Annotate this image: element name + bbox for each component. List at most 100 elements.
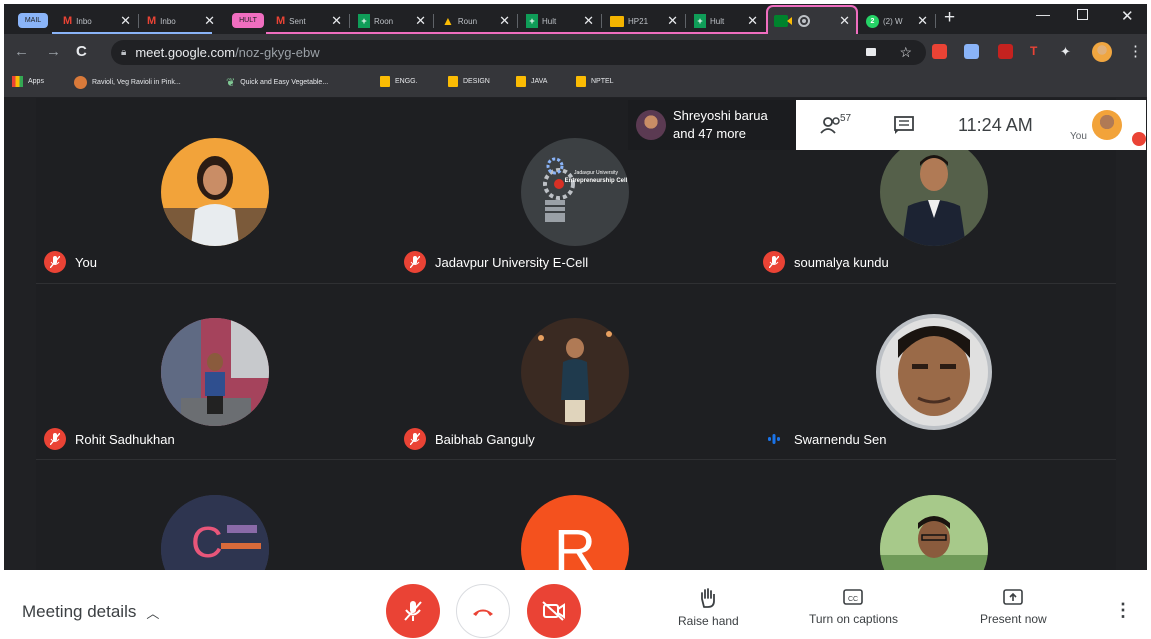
close-tab-icon[interactable]: ✕ [583,13,594,29]
tab-slides-hp21[interactable]: HP21 ✕ [604,8,684,34]
avatar-initial-r: R [554,518,596,570]
bookmark-folder-nptel[interactable]: NPTEL [576,76,614,87]
chat-icon[interactable] [894,116,914,139]
presenter-avatar [636,110,666,140]
tab-sheets-hult-2[interactable]: + Hult ✕ [688,8,764,34]
tab-gmail-sent[interactable]: M Sent ✕ [270,8,348,34]
profile-avatar[interactable] [1092,42,1112,62]
minimize-icon[interactable]: — [1036,6,1050,22]
tab-google-meet[interactable]: ✕ [766,5,858,34]
ecell-logo-text: Entrepreneurship Cell [565,178,628,184]
folder-icon [380,76,390,87]
close-tab-icon[interactable]: ✕ [415,13,426,29]
self-avatar[interactable] [1092,110,1122,140]
participant-name-you: You [44,251,97,273]
participant-avatar-c[interactable]: C [161,495,269,570]
browser-menu-icon[interactable]: ⋮ [1128,42,1143,60]
meeting-time: 11:24 AM [958,115,1033,135]
close-tab-icon[interactable]: ✕ [747,13,758,29]
recipe-avatar-icon [74,76,87,89]
address-bar[interactable]: 🔒︎ meet.google.com /noz-gkyg-ebw ☆ [111,40,926,65]
tab-strip: MAIL M Inbo ✕ M Inbo ✕ HULT M Sent ✕ + R… [4,4,1147,34]
pdf-extension-icon[interactable] [998,44,1013,59]
tab-sheets-hult-1[interactable]: + Hult ✕ [520,8,600,34]
bookmark-folder-java[interactable]: JAVA [516,76,547,87]
presenter-others: and 47 more [673,126,746,141]
tp-extension-icon[interactable]: T [1030,44,1045,59]
apps-grid-icon [12,76,23,87]
tab-group-hult[interactable]: HULT [232,13,264,28]
close-tab-icon[interactable]: ✕ [917,13,928,29]
person-photo-icon [161,156,269,246]
meet-icon [774,14,792,27]
close-tab-icon[interactable]: ✕ [499,13,510,29]
leaf-icon: ❦ [226,77,236,89]
bookmark-apps[interactable]: Apps [12,76,44,87]
lock-icon[interactable]: 🔒︎ [121,47,126,58]
tab-whatsapp[interactable]: 2 (2) W ✕ [860,8,934,34]
participant-avatar-3[interactable] [880,495,988,570]
participant-avatar-swarnendu[interactable] [876,314,992,430]
mic-off-icon [404,428,426,450]
participant-name-ecell: Jadavpur University E-Cell [404,251,588,273]
self-mic-off-icon [1132,132,1146,146]
camera-in-use-icon[interactable] [866,48,876,56]
puzzle-grid-extension-icon[interactable] [964,44,979,59]
closed-captions-icon: CC [843,589,864,605]
reload-icon[interactable]: C [76,43,87,60]
forward-icon[interactable]: → [46,43,61,60]
close-window-icon[interactable]: ✕ [1121,7,1134,25]
participant-avatar-ecell[interactable]: Jadavpur University Entrepreneurship Cel… [521,138,629,246]
close-tab-icon[interactable]: ✕ [839,13,850,29]
participant-avatar-rohit[interactable] [161,318,269,426]
ecell-logo-subtext: Jadavpur University [574,170,618,176]
people-icon[interactable] [820,116,842,139]
tab-group-mail[interactable]: MAIL [18,13,48,28]
presenter-name: Shreyoshi barua [673,108,768,123]
restore-icon[interactable] [1077,9,1088,20]
bookmark-star-icon[interactable]: ☆ [899,44,912,61]
mic-toggle-button[interactable] [386,584,440,638]
raise-hand-icon [701,588,716,608]
tab-separator [685,14,686,28]
presenter-chip[interactable]: Shreyoshi barua and 47 more [628,100,796,150]
row-divider [36,459,1116,460]
tab-separator [138,14,139,28]
meeting-stage: You Jadavpur University Entrepreneurship… [4,98,1147,570]
participant-avatar-soumalya[interactable] [880,138,988,246]
bookmark-ravioli[interactable]: Ravioli, Veg Ravioli in Pink... [74,76,181,89]
bookmark-vegetable[interactable]: ❦ Quick and Easy Vegetable... [226,76,328,89]
close-tab-icon[interactable]: ✕ [120,13,131,29]
more-options-icon[interactable]: ⋮ [1114,600,1132,621]
close-tab-icon[interactable]: ✕ [331,13,342,29]
participant-avatar-you[interactable] [161,138,269,246]
participant-name-soumalya: soumalya kundu [763,251,889,273]
close-tab-icon[interactable]: ✕ [667,13,678,29]
close-tab-icon[interactable]: ✕ [204,13,215,29]
new-tab-icon[interactable]: + [944,7,955,29]
tab-gmail-inbox-2[interactable]: M Inbo ✕ [141,8,221,34]
participant-avatar-baibhab[interactable] [521,318,629,426]
folder-icon [448,76,458,87]
meeting-info-bar: 57 11:24 AM You [796,100,1146,150]
captions-button[interactable]: CC Turn on captions [809,588,898,626]
participant-grid: You Jadavpur University Entrepreneurship… [36,98,1116,570]
folder-icon [516,76,526,87]
leave-call-button[interactable] [456,584,510,638]
tab-sheets-room[interactable]: + Roon ✕ [352,8,432,34]
camera-toggle-button[interactable] [527,584,581,638]
whatsapp-icon: 2 [866,14,879,28]
bookmark-folder-engg[interactable]: ENGG. [380,76,418,87]
participant-avatar-r[interactable]: R [521,495,629,570]
raise-hand-button[interactable]: Raise hand [678,588,739,628]
bookmark-folder-design[interactable]: DESIGN [448,76,490,87]
photo-extension-icon[interactable] [932,44,947,59]
back-icon[interactable]: ← [14,43,29,60]
tab-separator [935,14,936,28]
tab-drive-round[interactable]: ▲ Roun ✕ [436,8,516,34]
meeting-details-button[interactable]: Meeting details ︿ [22,602,159,622]
participant-name-baibhab: Baibhab Ganguly [404,428,535,450]
extensions-icon[interactable]: ✦ [1060,44,1075,59]
tab-gmail-inbox-1[interactable]: M Inbo ✕ [57,8,137,34]
present-now-button[interactable]: Present now [980,588,1047,626]
